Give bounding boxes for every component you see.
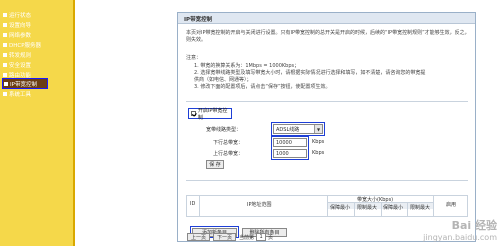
enable-checkbox[interactable]	[191, 111, 196, 116]
pagination: 上一页 下一页 当前第 1 页	[187, 233, 275, 241]
sidebar-item-label: 转发规则	[9, 52, 32, 59]
sidebar-item-label: 安全设置	[9, 62, 32, 69]
prev-page-button[interactable]: 上一页	[187, 233, 211, 241]
divider	[186, 101, 468, 102]
note-line: 2. 选择宽带线路类型及填写带宽大小时，请根据实际情况进行选择和填写，如不清楚，…	[194, 70, 426, 76]
notes-label: 注意：	[186, 55, 202, 61]
bullet-icon	[3, 52, 7, 57]
sidebar-item-forwarding[interactable]: 转发规则	[3, 50, 31, 59]
sidebar-nav: 运行状态 设置向导 网络参数 DHCP服务器 转发规则 安全设置 路由功能 IP…	[0, 0, 75, 246]
current-page-label: 当前第	[239, 234, 255, 241]
page-title: IP带宽控制	[184, 17, 213, 23]
bullet-icon	[4, 81, 8, 86]
note-line: 3. 修改下面的配置项后，请点击“保存”按钮，使配置项生效。	[194, 84, 331, 90]
col-divider	[407, 203, 408, 216]
sidebar-item-label: 系统工具	[9, 91, 32, 98]
col-divider	[433, 196, 434, 216]
upstream-label: 上行总带宽：	[213, 151, 244, 157]
col-min-header: 保障最小	[383, 205, 404, 211]
note-line: 1. 带宽的换算关系为：1Mbps = 1000Kbps；	[194, 63, 300, 69]
watermark-logo: Bai 经验	[451, 219, 497, 232]
sidebar-item-label: IP带宽控制	[10, 81, 37, 88]
downstream-input[interactable]: 10000	[273, 138, 307, 147]
bullet-icon	[3, 62, 7, 67]
bullet-icon	[3, 12, 7, 17]
col-bandwidth-header: 带宽大小(Kbps)	[357, 197, 394, 203]
col-id-header: ID	[190, 201, 196, 207]
line-type-label: 宽带线路类型：	[206, 127, 242, 133]
bullet-icon	[3, 32, 7, 37]
downstream-label: 下行总带宽：	[213, 140, 244, 146]
sidebar-item-wizard[interactable]: 设置向导	[3, 20, 31, 29]
panel-title-bar: IP带宽控制	[178, 13, 475, 24]
col-divider	[381, 203, 382, 216]
enable-bandwidth-control[interactable]: 开启IP带宽控制	[188, 107, 232, 121]
sidebar-item-security[interactable]: 安全设置	[3, 60, 31, 69]
enable-label: 开启IP带宽控制	[197, 107, 228, 121]
upstream-input[interactable]: 1000	[273, 149, 307, 158]
sidebar-item-routing[interactable]: 路由功能	[3, 70, 31, 79]
chevron-down-icon[interactable]: ▼	[314, 125, 322, 133]
bullet-icon	[3, 72, 7, 77]
col-divider	[199, 196, 200, 216]
line-type-value: ADSL线路	[276, 126, 300, 133]
col-ip-header: IP地址范围	[247, 202, 272, 208]
intro-text: 本页对IP带宽控制的开启与关闭进行设置。只有IP带宽控制的总开关是开启的时候，后…	[186, 30, 470, 43]
col-max-header: 限制最大	[357, 205, 378, 211]
col-max-header: 限制最大	[410, 205, 431, 211]
note-line: 供商（如电信、网通等）；	[194, 77, 252, 83]
sidebar-item-network[interactable]: 网络参数	[3, 30, 31, 39]
sidebar-item-label: DHCP服务器	[9, 42, 42, 49]
watermark: Bai 经验 jingyan.baidu.com	[423, 217, 497, 242]
page-input[interactable]: 1	[256, 233, 267, 241]
rules-table-header: ID IP地址范围 带宽大小(Kbps) 保障最小 限制最大 保障最小 限制最大…	[186, 195, 468, 217]
bullet-icon	[3, 22, 7, 27]
line-type-select[interactable]: ADSL线路 ▼	[273, 124, 323, 134]
sidebar-item-status[interactable]: 运行状态	[3, 10, 31, 19]
unit-label: Kbps	[312, 150, 325, 156]
sidebar-item-dhcp[interactable]: DHCP服务器	[3, 40, 41, 49]
unit-label: Kbps	[312, 139, 325, 145]
sidebar-item-system-tools[interactable]: 系统工具	[3, 89, 31, 98]
bullet-icon	[3, 91, 7, 96]
col-enable-header: 启用	[446, 202, 457, 208]
sidebar-item-bandwidth[interactable]: IP带宽控制	[2, 78, 48, 89]
save-button[interactable]: 保 存	[206, 160, 224, 169]
sidebar-item-label: 网络参数	[9, 32, 32, 39]
bandwidth-panel: IP带宽控制 本页对IP带宽控制的开启与关闭进行设置。只有IP带宽控制的总开关是…	[177, 12, 476, 242]
sidebar-item-label: 运行状态	[9, 12, 32, 19]
page-suffix: 页	[268, 234, 274, 241]
col-divider	[354, 203, 355, 216]
col-min-header: 保障最小	[330, 205, 351, 211]
watermark-url: jingyan.baidu.com	[423, 233, 497, 242]
next-page-button[interactable]: 下一页	[213, 233, 237, 241]
bullet-icon	[3, 42, 7, 47]
sidebar-item-label: 路由功能	[9, 72, 32, 79]
sidebar-item-label: 设置向导	[9, 22, 32, 29]
divider	[186, 180, 468, 181]
